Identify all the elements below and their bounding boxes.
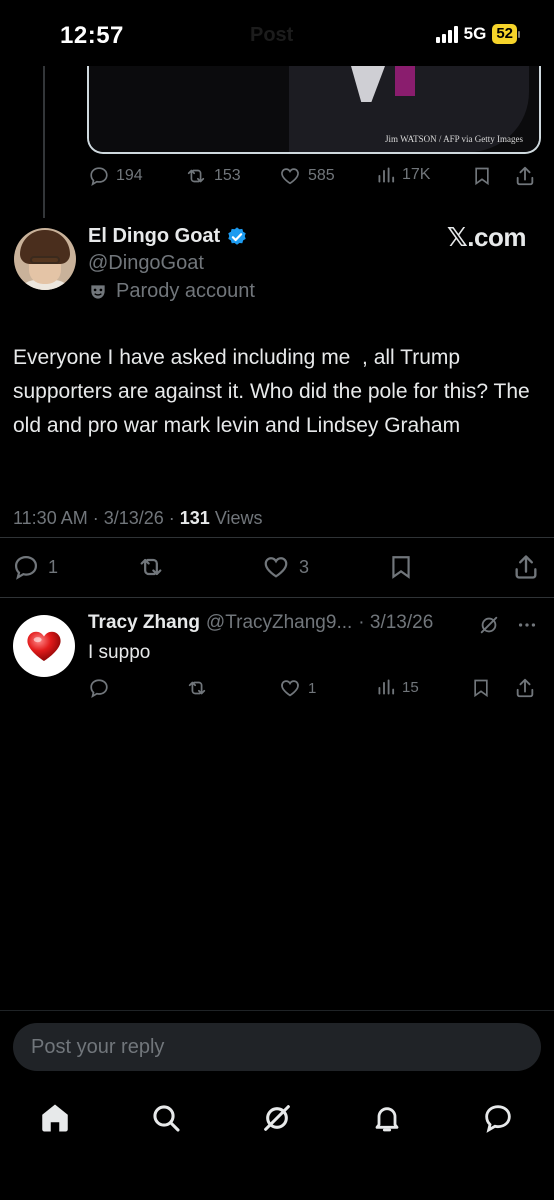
nav-grok[interactable]	[259, 1100, 295, 1136]
bookmark-button[interactable]	[471, 677, 491, 699]
message-icon	[485, 1105, 511, 1133]
mask-icon	[91, 284, 105, 299]
thread-line	[43, 66, 45, 218]
reply-button[interactable]	[88, 677, 116, 699]
xcom-badge[interactable]: 𝕏.com	[447, 222, 527, 253]
avatar[interactable]	[14, 228, 76, 290]
parody-text: Parody account	[116, 280, 255, 302]
share-icon	[516, 166, 534, 186]
nav-search[interactable]	[148, 1100, 184, 1136]
divider	[0, 537, 554, 538]
heart-icon	[281, 680, 299, 697]
signal-icon	[435, 25, 458, 43]
views-count: 17K	[402, 166, 431, 183]
like-count: 1	[308, 679, 317, 697]
repost-icon	[187, 169, 205, 183]
views-button[interactable]: 15	[376, 677, 419, 697]
reply-composer-input[interactable]	[13, 1023, 541, 1071]
reply-avatar[interactable]	[13, 615, 75, 677]
like-count: 3	[299, 556, 310, 577]
share-button[interactable]	[514, 677, 536, 699]
battery-level: 52	[492, 24, 517, 44]
bookmark-icon	[474, 679, 488, 698]
views-icon	[378, 167, 395, 183]
post-meta: 11:30 AM · 3/13/26 · 131 Views	[13, 508, 263, 529]
author-handle[interactable]: @DingoGoat	[88, 252, 204, 275]
bell-icon	[375, 1107, 399, 1132]
heart-icon	[264, 557, 288, 578]
repost-icon	[188, 681, 206, 695]
grok-icon[interactable]	[478, 614, 500, 636]
post-views-label: Views	[209, 508, 263, 528]
heart-icon	[281, 168, 299, 185]
post-timestamp: 11:30 AM · 3/13/26 ·	[13, 508, 180, 528]
reply-header: Tracy Zhang @TracyZhang9... · 3/13/26	[88, 612, 433, 634]
like-button[interactable]: 3	[261, 553, 309, 581]
more-options-icon[interactable]	[516, 614, 538, 636]
bookmark-button[interactable]	[388, 553, 414, 581]
bookmark-button[interactable]	[472, 165, 492, 187]
search-icon	[153, 1105, 180, 1132]
reply-body: I suppo	[88, 642, 151, 663]
grok-icon	[264, 1105, 290, 1131]
reply-author-handle[interactable]: @TracyZhang9...	[206, 612, 352, 634]
reply-icon	[90, 679, 108, 699]
post-view-count[interactable]: 131	[180, 508, 210, 528]
divider	[0, 597, 554, 598]
nav-messages[interactable]	[480, 1100, 516, 1136]
views-button[interactable]: 17K	[376, 165, 430, 185]
post-photo[interactable]: Jim WATSON / AFP via Getty Images	[87, 66, 541, 154]
reply-count: 1	[48, 556, 59, 577]
status-bar: 12:57 Post 5G 52	[0, 0, 554, 66]
bookmark-icon	[475, 167, 489, 186]
status-time: 12:57	[60, 22, 124, 49]
like-count: 585	[308, 167, 335, 184]
parody-label: Parody account	[88, 280, 255, 303]
reply-button[interactable]: 194	[88, 165, 143, 187]
reply-count: 194	[116, 167, 143, 184]
repost-icon	[140, 558, 162, 576]
share-icon	[516, 678, 534, 698]
battery-icon: 52	[492, 24, 520, 44]
previous-post-stats: 194 153 585 17K	[88, 165, 540, 193]
repost-button[interactable]: 153	[184, 165, 241, 187]
reply-icon	[90, 167, 108, 186]
bottom-nav	[0, 1090, 554, 1146]
views-icon	[378, 679, 395, 695]
nav-home[interactable]	[37, 1100, 73, 1136]
like-button[interactable]: 1	[278, 677, 316, 699]
network-label: 5G	[463, 24, 487, 43]
verified-badge-icon	[228, 226, 246, 245]
status-indicators: 5G 52	[435, 24, 520, 44]
reply-date: · 3/13/26	[358, 612, 434, 633]
reply-actions: 1 15	[88, 677, 544, 703]
heart-avatar-icon	[27, 631, 61, 662]
home-icon	[42, 1104, 68, 1132]
author-name[interactable]: El Dingo Goat	[88, 225, 220, 248]
reply-header-icons	[478, 614, 538, 636]
share-icon	[515, 555, 537, 579]
post-actions: 1 3	[0, 553, 554, 583]
bookmark-icon	[392, 556, 410, 579]
share-button[interactable]	[514, 165, 536, 187]
reply-icon	[14, 555, 38, 580]
post-body: Everyone I have asked including me , all…	[13, 346, 536, 437]
author-display-name[interactable]: El Dingo Goat	[88, 225, 248, 248]
like-button[interactable]: 585	[278, 165, 335, 187]
header-title: Post	[250, 24, 294, 46]
repost-button[interactable]	[136, 553, 174, 581]
reply-button[interactable]: 1	[12, 553, 58, 581]
nav-notifications[interactable]	[369, 1100, 405, 1136]
views-count: 15	[402, 678, 419, 696]
repost-count: 153	[214, 167, 241, 184]
reply-author-name[interactable]: Tracy Zhang	[88, 612, 200, 634]
repost-button[interactable]	[185, 677, 215, 699]
share-button[interactable]	[512, 553, 540, 581]
photo-credit: Jim WATSON / AFP via Getty Images	[384, 134, 523, 144]
